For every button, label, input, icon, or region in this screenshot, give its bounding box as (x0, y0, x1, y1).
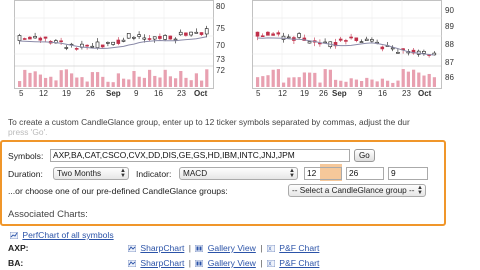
date-label: 26 (86, 89, 95, 98)
predefined-selected-value: -- Select a CandleGlance group -- (292, 186, 415, 195)
duration-select[interactable]: Two Months ▲ ▼ (53, 167, 129, 180)
indicator-label: Indicator: (136, 169, 172, 179)
perfchart-link[interactable]: PerfChart of all symbols (22, 230, 113, 240)
associated-charts-heading: Associated Charts: (8, 209, 88, 220)
date-label: 23 (402, 89, 411, 98)
price-label: 86 (445, 73, 454, 82)
gallery-view-icon (195, 245, 204, 252)
select-arrows-icon: ▲ ▼ (120, 168, 126, 179)
sharpchart-icon (128, 245, 136, 252)
price-label: 70 (216, 41, 225, 50)
price-label: 75 (216, 24, 225, 33)
price-label: 72 (216, 66, 225, 75)
gallery-view-link[interactable]: Gallery View (208, 258, 256, 268)
pf-chart-icon: X (266, 260, 275, 267)
instructions-text: To create a custom CandleGlance group, e… (8, 117, 410, 127)
date-label: 23 (177, 89, 186, 98)
select-arrows-icon: ▲ ▼ (289, 168, 295, 179)
pf-chart-link[interactable]: P&F Chart (279, 243, 319, 253)
price-label: 87 (445, 58, 454, 67)
indicator-selected-value: MACD (183, 169, 208, 178)
sharpchart-icon (128, 260, 136, 267)
date-label: 12 (278, 89, 287, 98)
date-label: 19 (300, 89, 309, 98)
date-label: 5 (19, 89, 24, 98)
right-chart-plot (252, 0, 442, 89)
right-candle-chart[interactable]: 90 89 88 87 86 5 12 19 26 Sep 9 16 23 Oc… (252, 0, 454, 99)
macd-fast-input[interactable]: 12 (304, 167, 342, 180)
date-label: 16 (154, 89, 163, 98)
perfchart-link-row: PerfChart of all symbols (10, 230, 114, 240)
sharpchart-link[interactable]: SharpChart (140, 258, 184, 268)
predefined-groups-label: ...or choose one of our pre-defined Cand… (8, 186, 228, 196)
date-label: 9 (134, 89, 139, 98)
separator: | (188, 243, 191, 253)
pf-chart-icon: X (266, 245, 275, 252)
date-label: 12 (39, 89, 48, 98)
ticker-links-ba: SharpChart | Gallery View | X P&F Chart (128, 258, 319, 268)
date-label: 5 (256, 89, 261, 98)
predefined-group-select[interactable]: -- Select a CandleGlance group -- ▲ ▼ (288, 184, 426, 197)
ticker-label-axp: AXP: (8, 243, 29, 253)
right-chart-date-axis: 5 12 19 26 Sep 9 16 23 Oct (252, 89, 442, 99)
select-arrows-icon: ▲ ▼ (417, 185, 423, 196)
separator: | (260, 258, 263, 268)
date-label: Oct (418, 89, 432, 98)
price-label: 80 (216, 2, 225, 11)
date-label: 9 (358, 89, 363, 98)
ticker-label-ba: BA: (8, 258, 24, 268)
date-label: Oct (194, 89, 208, 98)
separator: | (188, 258, 191, 268)
macd-signal-input[interactable]: 9 (388, 167, 428, 180)
symbols-label: Symbols: (8, 151, 44, 161)
go-button[interactable]: Go (354, 149, 375, 162)
duration-selected-value: Two Months (57, 169, 102, 178)
ticker-links-axp: SharpChart | Gallery View | X P&F Chart (128, 243, 319, 253)
date-label: Sep (332, 89, 347, 98)
macd-slow-input[interactable]: 26 (346, 167, 384, 180)
symbols-input[interactable]: AXP,BA,CAT,CSCO,CVX,DD,DIS,GE,GS,HD,IBM,… (50, 149, 350, 162)
indicator-select[interactable]: MACD ▲ ▼ (179, 167, 298, 180)
instructions-text-continued: press 'Go'. (8, 127, 48, 137)
sharpchart-link[interactable]: SharpChart (140, 243, 184, 253)
pf-chart-link[interactable]: P&F Chart (279, 258, 319, 268)
price-label: 88 (445, 40, 454, 49)
left-chart-plot (14, 0, 214, 89)
price-label: 73 (216, 55, 225, 64)
date-label: 19 (62, 89, 71, 98)
date-label: Sep (106, 89, 121, 98)
gallery-view-link[interactable]: Gallery View (208, 243, 256, 253)
duration-label: Duration: (8, 169, 43, 179)
date-label: 26 (319, 89, 328, 98)
date-label: 16 (378, 89, 387, 98)
price-label: 90 (445, 6, 454, 15)
separator: | (260, 243, 263, 253)
left-candle-chart[interactable]: 80 75 70 73 72 5 12 19 26 Sep 9 16 23 Oc… (14, 0, 225, 99)
perfchart-icon (10, 232, 18, 239)
candleglance-form: Symbols: AXP,BA,CAT,CSCO,CVX,DD,DIS,GE,G… (0, 140, 446, 226)
left-chart-date-axis: 5 12 19 26 Sep 9 16 23 Oct (14, 89, 214, 99)
gallery-view-icon (195, 260, 204, 267)
price-label: 89 (445, 22, 454, 31)
